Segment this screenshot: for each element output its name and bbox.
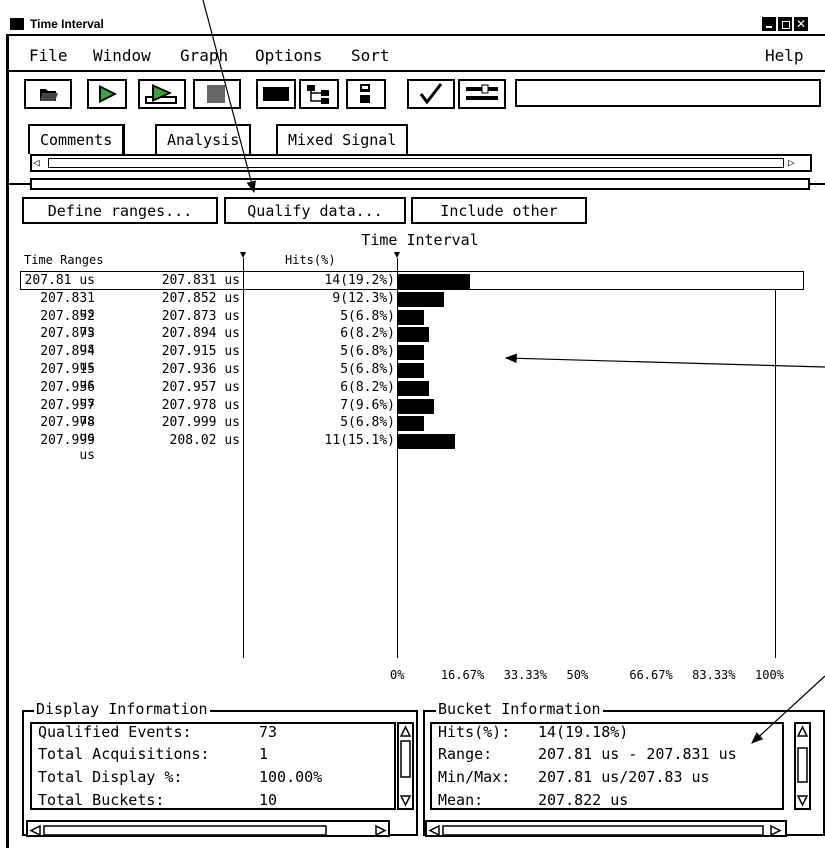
annotation-arrow bbox=[202, 0, 256, 194]
annotation-arrows bbox=[202, 0, 825, 744]
annotation-arrow bbox=[751, 675, 825, 744]
annotation-arrow bbox=[504, 353, 825, 368]
